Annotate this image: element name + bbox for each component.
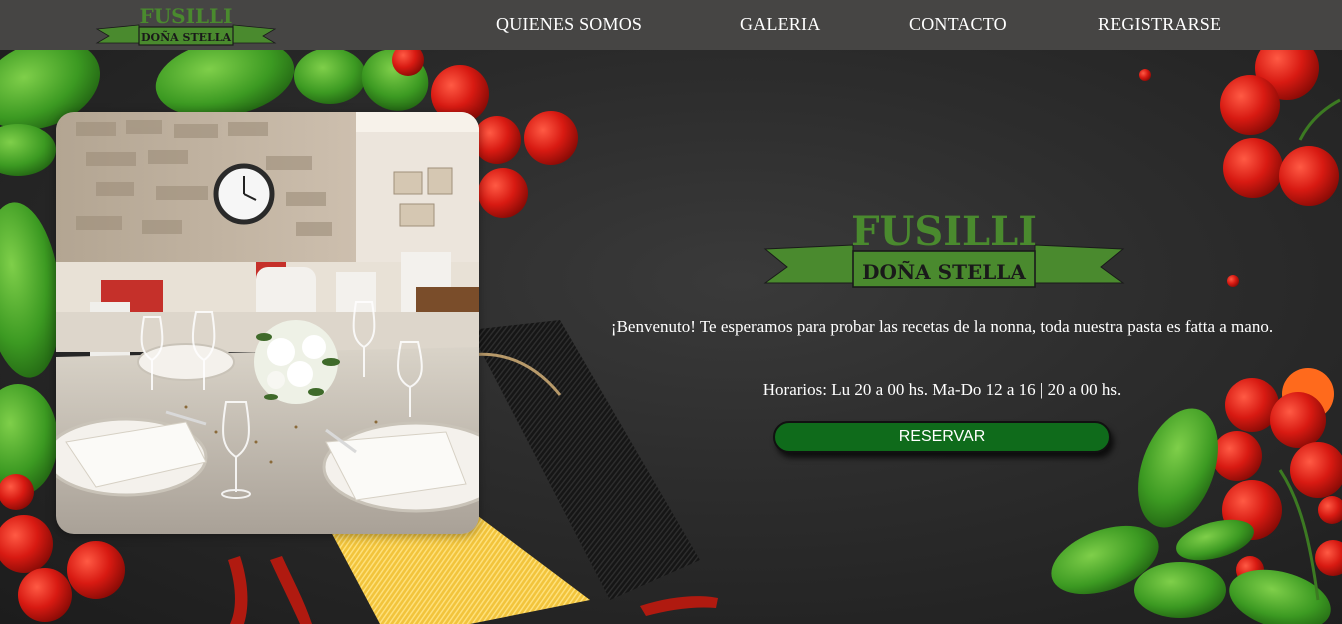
- restaurant-dining-room-photo: [56, 112, 479, 534]
- hero-logo-brand-text: FUSILLI: [851, 208, 1037, 255]
- logo-brand-text: FUSILLI: [140, 4, 233, 28]
- reserve-button[interactable]: RESERVAR: [773, 421, 1111, 453]
- restaurant-photo-illustration: [56, 112, 479, 534]
- nav-link-contacto[interactable]: CONTACTO: [909, 14, 1007, 35]
- hero-fusilli-logo-icon: DOÑA STELLA FUSILLI: [763, 208, 1125, 288]
- fusilli-logo-icon[interactable]: DOÑA STELLA FUSILLI: [95, 3, 277, 47]
- logo-ribbon-text: DOÑA STELLA: [141, 30, 232, 44]
- nav-link-quienes-somos[interactable]: QUIENES SOMOS: [496, 14, 642, 35]
- hero-logo-ribbon-text: DOÑA STELLA: [862, 260, 1026, 284]
- welcome-message: ¡Benvenuto! Te esperamos para probar las…: [610, 317, 1274, 336]
- opening-hours: Horarios: Lu 20 a 00 hs. Ma-Do 12 a 16 |…: [762, 380, 1122, 399]
- nav-link-galeria[interactable]: GALERIA: [740, 14, 820, 35]
- top-navbar: DOÑA STELLA FUSILLI QUIENES SOMOS GALERI…: [0, 0, 1342, 50]
- nav-link-registrarse[interactable]: REGISTRARSE: [1098, 14, 1221, 35]
